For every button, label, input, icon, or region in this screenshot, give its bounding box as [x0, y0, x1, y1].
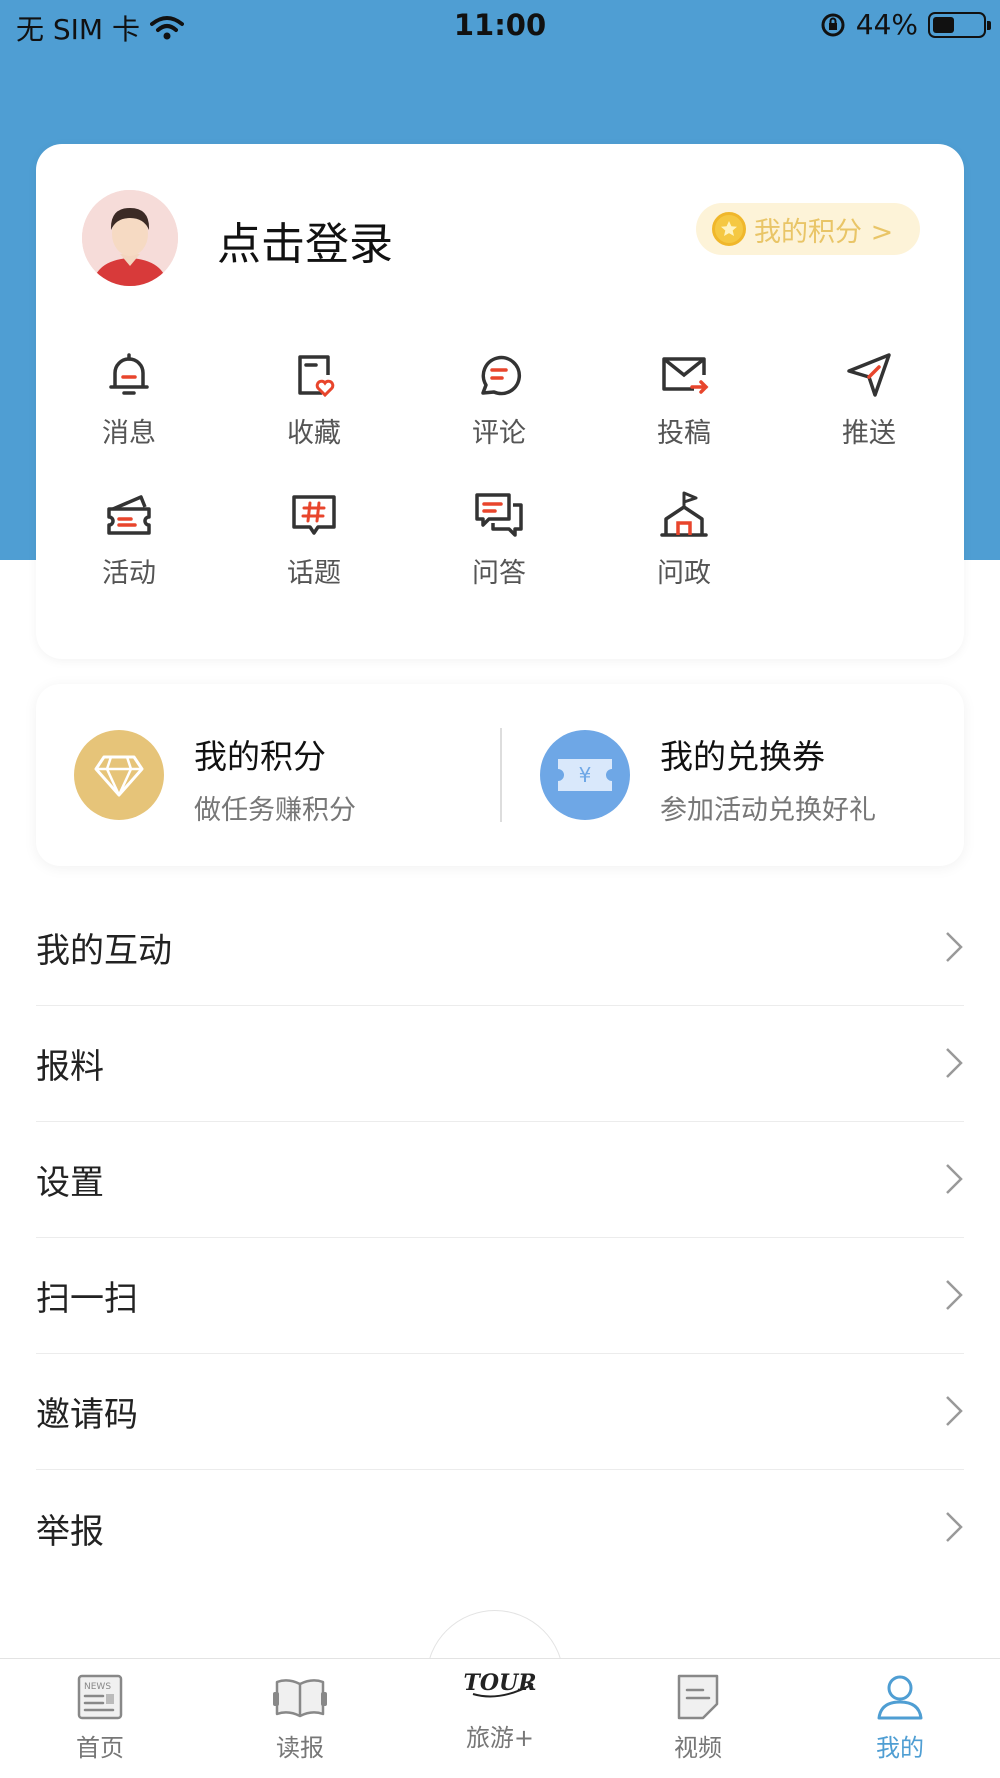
battery-percent: 44%: [855, 8, 918, 41]
video-doc-icon: [677, 1674, 719, 1720]
points-title: 我的积分: [194, 737, 326, 776]
settings-menu: 我的互动 报料 设置 扫一扫 邀请码 举报: [36, 890, 964, 1586]
grid-item-topics[interactable]: 话题: [254, 489, 374, 599]
my-points-entry[interactable]: 我的积分 做任务赚积分: [36, 684, 500, 866]
tab-label: 我的: [876, 1734, 924, 1762]
tab-video[interactable]: 视频: [638, 1672, 758, 1772]
menu-item-report-abuse[interactable]: 举报: [36, 1470, 964, 1586]
svg-text:TOUR: TOUR: [463, 1670, 536, 1696]
grid-item-push[interactable]: 推送: [809, 349, 929, 459]
grid-item-messages[interactable]: 消息: [69, 349, 189, 459]
yen-glyph: ¥: [579, 763, 592, 787]
grid-item-qa[interactable]: 问答: [439, 489, 559, 599]
coupons-title: 我的兑换券: [660, 737, 825, 776]
grid-label: 评论: [472, 418, 526, 449]
ticket-icon: [107, 495, 151, 535]
mail-send-icon: [662, 357, 709, 394]
menu-label: 扫一扫: [36, 1279, 138, 1319]
bookmark-heart-icon: [298, 355, 335, 398]
tab-read-paper[interactable]: 读报: [240, 1672, 360, 1772]
profile-card: 点击登录 我的积分 > 消息 收藏 评论 投稿 推送 活动 话题 问答 问政: [36, 144, 964, 659]
tab-home[interactable]: NEWS 首页: [40, 1672, 160, 1772]
chevron-right-icon: [946, 1048, 963, 1078]
chevron-right-icon: [946, 1164, 963, 1194]
tab-label: 读报: [276, 1734, 324, 1762]
comment-icon: [481, 355, 522, 396]
grid-label: 问政: [657, 558, 711, 589]
qa-icon: [475, 493, 523, 537]
bell-icon: [109, 353, 149, 395]
grid-item-submit[interactable]: 投稿: [624, 349, 744, 459]
menu-item-report-news[interactable]: 报料: [36, 1006, 964, 1122]
grid-label: 收藏: [287, 418, 341, 449]
grid-label: 推送: [842, 418, 896, 449]
tab-label: 旅游+: [465, 1724, 535, 1752]
coupon-icon: ¥: [540, 730, 630, 820]
grid-label: 投稿: [657, 418, 711, 449]
hashtag-icon: [292, 495, 336, 535]
tab-label: 视频: [674, 1734, 722, 1762]
menu-label: 举报: [36, 1511, 104, 1552]
feature-grid: 消息 收藏 评论 投稿 推送 活动 话题 问答 问政: [36, 144, 964, 659]
government-icon: [660, 491, 708, 537]
menu-item-invite-code[interactable]: 邀请码: [36, 1354, 964, 1470]
tab-mine[interactable]: 我的: [840, 1672, 960, 1772]
tab-travel[interactable]: TOUR 旅游+: [440, 1650, 560, 1752]
grid-item-gov-qa[interactable]: 问政: [624, 489, 744, 599]
chevron-right-icon: [946, 1512, 963, 1542]
grid-label: 话题: [287, 558, 341, 589]
diamond-icon: [74, 730, 164, 820]
svg-text:NEWS: NEWS: [84, 1682, 111, 1692]
send-icon: [847, 353, 891, 397]
chevron-right-icon: [946, 1396, 963, 1426]
menu-label: 报料: [36, 1047, 104, 1087]
my-coupons-entry[interactable]: ¥ 我的兑换券 参加活动兑换好礼: [502, 684, 966, 866]
chevron-right-icon: [946, 1280, 963, 1310]
orientation-lock-icon: [821, 13, 845, 36]
battery-icon: [928, 11, 991, 38]
grid-item-comments[interactable]: 评论: [439, 349, 559, 459]
status-bar: 无 SIM 卡 11:00 44%: [0, 0, 1000, 50]
menu-item-scan[interactable]: 扫一扫: [36, 1238, 964, 1354]
menu-item-my-interactions[interactable]: 我的互动: [36, 890, 964, 1006]
menu-label: 我的互动: [36, 931, 172, 971]
menu-label: 设置: [36, 1163, 104, 1203]
points-subtitle: 做任务赚积分: [194, 795, 356, 826]
coupons-subtitle: 参加活动兑换好礼: [660, 795, 876, 826]
user-icon: [877, 1675, 923, 1720]
grid-label: 活动: [102, 558, 156, 589]
grid-item-events[interactable]: 活动: [69, 489, 189, 599]
grid-item-favorites[interactable]: 收藏: [254, 349, 374, 459]
grid-label: 消息: [102, 418, 156, 449]
rewards-card: 我的积分 做任务赚积分 ¥ 我的兑换券 参加活动兑换好礼: [36, 684, 964, 866]
tour-logo-icon: TOUR: [463, 1670, 537, 1698]
open-book-icon: [273, 1679, 327, 1718]
newspaper-icon: NEWS: [77, 1674, 123, 1720]
grid-label: 问答: [472, 558, 526, 589]
tab-label: 首页: [76, 1734, 124, 1762]
menu-label: 邀请码: [36, 1395, 138, 1435]
chevron-right-icon: [946, 932, 963, 962]
menu-item-settings[interactable]: 设置: [36, 1122, 964, 1238]
